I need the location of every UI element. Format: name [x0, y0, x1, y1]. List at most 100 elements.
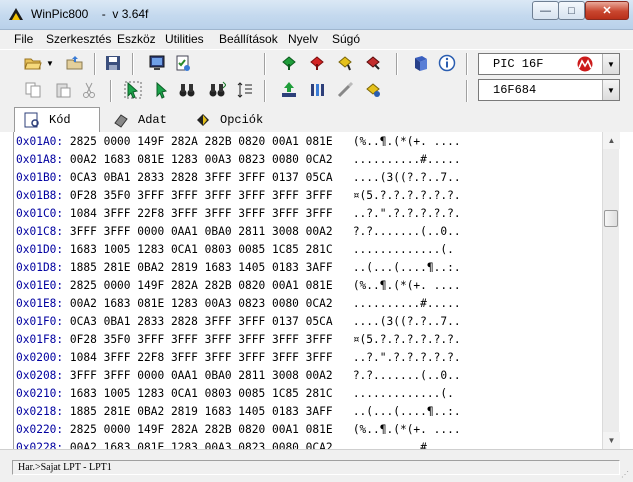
pointer-button[interactable] [150, 79, 172, 101]
resize-grip-icon[interactable]: ⋰ [621, 470, 631, 480]
scroll-thumb[interactable] [604, 210, 618, 227]
chip-write-icon [310, 56, 324, 70]
find-button[interactable] [176, 79, 198, 101]
monitor-button[interactable] [146, 52, 168, 74]
hex-row[interactable]: 0x0210: 1683 1005 1283 0CA1 0803 0085 1C… [16, 385, 454, 403]
verify-device-button[interactable] [334, 52, 356, 74]
hex-row[interactable]: 0x01B8: 0F28 35F0 3FFF 3FFF 3FFF 3FFF 3F… [16, 187, 461, 205]
hex-row-words[interactable]: 1885 281E 0BA2 2819 1683 1405 0183 3AFF [70, 261, 333, 274]
hex-row-words[interactable]: 2825 0000 149F 282A 282B 0820 00A1 081E [70, 279, 333, 292]
toolbar-separator [94, 53, 96, 75]
vertical-scrollbar[interactable]: ▲ ▼ [602, 132, 620, 449]
close-button[interactable]: ✕ [585, 1, 629, 20]
save-button[interactable] [102, 52, 124, 74]
hex-row-words[interactable]: 3FFF 3FFF 0000 0AA1 0BA0 2811 3008 00A2 [70, 369, 333, 382]
copy-button[interactable] [22, 79, 44, 101]
erase-device-button[interactable] [362, 52, 384, 74]
hex-row-words[interactable]: 1683 1005 1283 0CA1 0803 0085 1C85 281C [70, 243, 333, 256]
menu-device[interactable]: Eszköz [117, 32, 156, 46]
select-icon [124, 81, 142, 99]
device-model-select[interactable]: 16F684 ▼ [478, 79, 620, 101]
menu-bar: File Szerkesztés Eszköz Utilities Beállí… [0, 30, 633, 49]
hex-row-words[interactable]: 1084 3FFF 22F8 3FFF 3FFF 3FFF 3FFF 3FFF [70, 351, 333, 364]
hex-row[interactable]: 0x0228: 00A2 1683 081E 1283 00A3 0823 00… [16, 439, 461, 449]
hex-row[interactable]: 0x0220: 2825 0000 149F 282A 282B 0820 00… [16, 421, 461, 439]
menu-help[interactable]: Súgó [332, 32, 360, 46]
toolbar-edit: 16F684 ▼ [0, 77, 633, 105]
hex-row-address: 0x0210: [16, 387, 64, 400]
hex-row-address: 0x01D0: [16, 243, 64, 256]
dropdown-arrow-icon: ▼ [46, 58, 54, 68]
open-dropdown-button[interactable]: ▼ [44, 52, 56, 74]
minimize-button[interactable]: — [532, 1, 559, 20]
menu-settings[interactable]: Beállítások [219, 32, 278, 46]
hex-row-words[interactable]: 00A2 1683 081E 1283 00A3 0823 0080 0CA2 [70, 153, 333, 166]
hex-row[interactable]: 0x01E0: 2825 0000 149F 282A 282B 0820 00… [16, 277, 461, 295]
hex-row[interactable]: 0x01E8: 00A2 1683 081E 1283 00A3 0823 00… [16, 295, 461, 313]
select-button[interactable] [122, 79, 144, 101]
paste-button[interactable] [52, 79, 74, 101]
hex-row[interactable]: 0x01A0: 2825 0000 149F 282A 282B 0820 00… [16, 133, 461, 151]
hex-row-ascii: ?.?.......(..0.. [352, 225, 461, 238]
info-button[interactable] [436, 52, 458, 74]
device-family-dropdown[interactable]: ▼ [602, 54, 619, 74]
manual-button[interactable] [410, 52, 432, 74]
hex-row-address: 0x0228: [16, 441, 64, 449]
hex-row[interactable]: 0x01B0: 0CA3 0BA1 2833 2828 3FFF 3FFF 01… [16, 169, 461, 187]
hex-row-words[interactable]: 2825 0000 149F 282A 282B 0820 00A1 081E [70, 135, 333, 148]
cut-button[interactable] [78, 79, 100, 101]
hex-row[interactable]: 0x01D8: 1885 281E 0BA2 2819 1683 1405 01… [16, 259, 461, 277]
title-bar[interactable]: WinPic800 - v 3.64f — □ ✕ [0, 0, 633, 30]
open-button[interactable] [22, 52, 44, 74]
hex-row[interactable]: 0x01F8: 0F28 35F0 3FFF 3FFF 3FFF 3FFF 3F… [16, 331, 461, 349]
hex-row-words[interactable]: 00A2 1683 081E 1283 00A3 0823 0080 0CA2 [70, 441, 333, 449]
hex-row-words[interactable]: 00A2 1683 081E 1283 00A3 0823 0080 0CA2 [70, 297, 333, 310]
deploy-button[interactable] [278, 79, 300, 101]
config-bits-button[interactable] [306, 79, 328, 101]
menu-language[interactable]: Nyelv [288, 32, 318, 46]
hex-row-words[interactable]: 2825 0000 149F 282A 282B 0820 00A1 081E [70, 423, 333, 436]
hex-row[interactable]: 0x01A8: 00A2 1683 081E 1283 00A3 0823 00… [16, 151, 461, 169]
reload-button[interactable] [64, 52, 86, 74]
maximize-button[interactable]: □ [558, 1, 585, 20]
hex-row-words[interactable]: 0F28 35F0 3FFF 3FFF 3FFF 3FFF 3FFF 3FFF [70, 333, 333, 346]
find-next-button[interactable] [206, 79, 228, 101]
hex-row-address: 0x01D8: [16, 261, 64, 274]
hex-row[interactable]: 0x01F0: 0CA3 0BA1 2833 2828 3FFF 3FFF 01… [16, 313, 461, 331]
hex-row[interactable]: 0x01C8: 3FFF 3FFF 0000 0AA1 0BA0 2811 30… [16, 223, 461, 241]
device-model-dropdown[interactable]: ▼ [602, 80, 619, 100]
hex-row-words[interactable]: 3FFF 3FFF 0000 0AA1 0BA0 2811 3008 00A2 [70, 225, 333, 238]
hex-row-words[interactable]: 0F28 35F0 3FFF 3FFF 3FFF 3FFF 3FFF 3FFF [70, 189, 333, 202]
hex-row-address: 0x0200: [16, 351, 64, 364]
read-device-button[interactable] [278, 52, 300, 74]
hex-row-words[interactable]: 0CA3 0BA1 2833 2828 3FFF 3FFF 0137 05CA [70, 171, 333, 184]
hex-row-words[interactable]: 0CA3 0BA1 2833 2828 3FFF 3FFF 0137 05CA [70, 315, 333, 328]
scroll-down-button[interactable]: ▼ [603, 432, 620, 449]
menu-utilities[interactable]: Utilities [165, 32, 204, 46]
device-family-select[interactable]: PIC 16F ▼ [478, 53, 620, 75]
view-tabs: Kód Adat Opciók [0, 105, 633, 132]
scroll-up-button[interactable]: ▲ [603, 132, 620, 149]
hex-row-words[interactable]: 1885 281E 0BA2 2819 1683 1405 0183 3AFF [70, 405, 333, 418]
hex-row[interactable]: 0x0218: 1885 281E 0BA2 2819 1683 1405 01… [16, 403, 461, 421]
hex-row[interactable]: 0x01D0: 1683 1005 1283 0CA1 0803 0085 1C… [16, 241, 454, 259]
hex-row-ascii: (%..¶.(*(+. .... [352, 423, 461, 436]
menu-file[interactable]: File [14, 32, 33, 46]
goto-line-button[interactable] [234, 79, 256, 101]
hex-row[interactable]: 0x0208: 3FFF 3FFF 0000 0AA1 0BA0 2811 30… [16, 367, 461, 385]
hex-row-ascii: (%..¶.(*(+. .... [352, 135, 461, 148]
tab-data[interactable]: Adat [104, 108, 182, 131]
hex-row-words[interactable]: 1683 1005 1283 0CA1 0803 0085 1C85 281C [70, 387, 333, 400]
info-icon [438, 54, 456, 72]
menu-edit[interactable]: Szerkesztés [46, 32, 111, 46]
hex-editor[interactable]: 0x01A0: 2825 0000 149F 282A 282B 0820 00… [13, 132, 618, 449]
write-device-button[interactable] [306, 52, 328, 74]
autodetect-button[interactable] [334, 79, 356, 101]
checklist-button[interactable] [172, 52, 194, 74]
tab-options[interactable]: Opciók [186, 108, 276, 131]
hex-row[interactable]: 0x0200: 1084 3FFF 22F8 3FFF 3FFF 3FFF 3F… [16, 349, 461, 367]
hex-row-words[interactable]: 1084 3FFF 22F8 3FFF 3FFF 3FFF 3FFF 3FFF [70, 207, 333, 220]
hex-row[interactable]: 0x01C0: 1084 3FFF 22F8 3FFF 3FFF 3FFF 3F… [16, 205, 461, 223]
hardware-test-button[interactable] [362, 79, 384, 101]
tab-code[interactable]: Kód [14, 107, 100, 132]
